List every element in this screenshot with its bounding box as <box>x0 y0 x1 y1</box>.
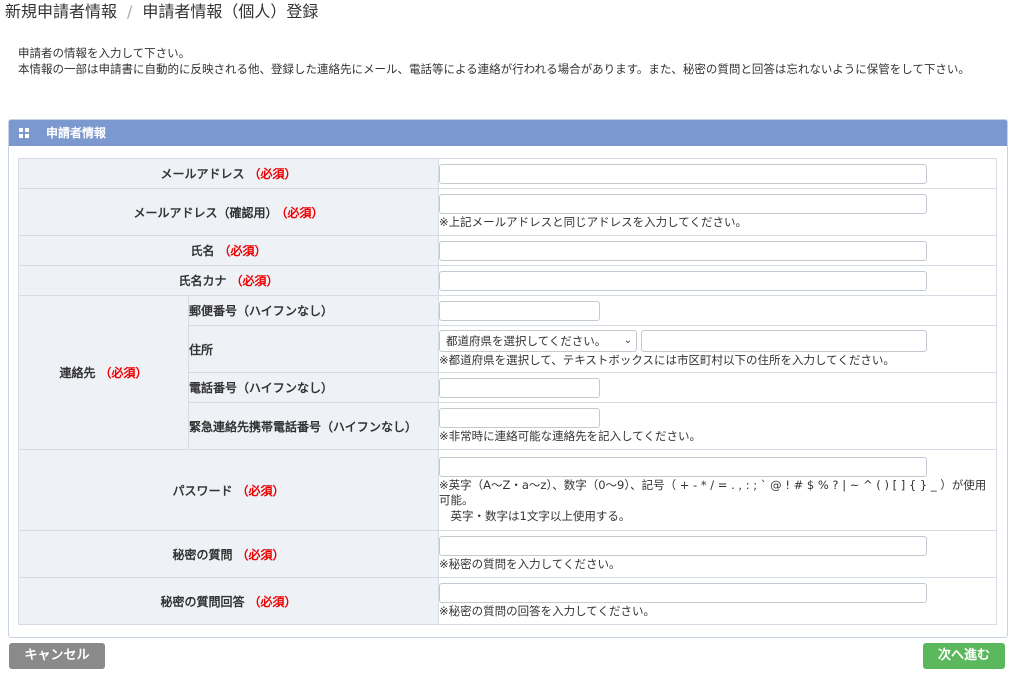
phone-label: 電話番号（ハイフンなし） <box>188 372 439 403</box>
cancel-button[interactable]: キャンセル <box>9 643 105 669</box>
name-label-text: 氏名 <box>190 244 215 258</box>
breadcrumb-separator: / <box>127 2 133 21</box>
emergency-phone-input[interactable] <box>439 408 600 428</box>
postal-code-input[interactable] <box>439 300 600 321</box>
secret-question-label-text: 秘密の質問 <box>172 547 233 562</box>
email-label: メールアドレス （必須） <box>18 158 439 189</box>
email-confirm-note: ※上記メールアドレスと同じアドレスを入力してください。 <box>439 215 747 229</box>
row-name-kana: 氏名カナ （必須） <box>18 265 997 296</box>
name-kana-input[interactable] <box>439 270 927 291</box>
breadcrumb: 新規申請者情報 / 申請者情報（個人）登録 <box>5 0 318 24</box>
email-confirm-cell: ※上記メールアドレスと同じアドレスを入力してください。 <box>438 188 997 236</box>
contact-label-text: 連絡先 <box>59 366 96 380</box>
secret-answer-cell: ※秘密の質問の回答を入力してください。 <box>438 577 997 625</box>
secret-answer-note: ※秘密の質問の回答を入力してください。 <box>439 604 655 618</box>
required-mark: （必須） <box>236 483 285 498</box>
row-secret-question: 秘密の質問 （必須） ※秘密の質問を入力してください。 <box>18 530 997 578</box>
secret-question-input[interactable] <box>439 536 927 556</box>
required-mark: （必須） <box>248 167 297 181</box>
row-email-confirm: メールアドレス（確認用） （必須） ※上記メールアドレスと同じアドレスを入力してく… <box>18 188 997 236</box>
address-controls: 都道府県を選択してください。 ⌄ <box>439 330 996 352</box>
applicant-info-panel: 申請者情報 メールアドレス （必須） メールアドレス（確認用） （必須） ※上記メー… <box>8 119 1008 638</box>
required-mark: （必須） <box>99 366 148 380</box>
email-input[interactable] <box>439 163 927 184</box>
applicant-form-table: メールアドレス （必須） メールアドレス（確認用） （必須） ※上記メールアドレスと… <box>18 158 997 625</box>
name-kana-cell <box>438 265 997 296</box>
breadcrumb-parent[interactable]: 新規申請者情報 <box>5 2 117 21</box>
postal-cell <box>438 295 997 326</box>
required-mark: （必須） <box>218 244 267 258</box>
name-kana-label: 氏名カナ （必須） <box>18 265 439 296</box>
name-cell <box>438 235 997 266</box>
page-title: 申請者情報（個人）登録 <box>142 2 319 21</box>
secret-answer-input[interactable] <box>439 583 927 603</box>
panel-title: 申請者情報 <box>46 126 107 140</box>
row-postal: 連絡先 （必須） 郵便番号（ハイフンなし） <box>18 295 997 450</box>
intro-line-2: 本情報の一部は申請書に自動的に反映される他、登録した連絡先にメール、電話等による… <box>18 62 970 76</box>
password-label: パスワード （必須） <box>18 449 439 531</box>
required-mark: （必須） <box>248 594 297 609</box>
address-label: 住所 <box>188 325 439 373</box>
required-mark: （必須） <box>236 547 285 562</box>
address-note: ※都道府県を選択して、テキストボックスには市区町村以下の住所を入力してください。 <box>439 353 895 367</box>
secret-question-note: ※秘密の質問を入力してください。 <box>439 557 621 571</box>
emergency-cell: ※非常時に連絡可能な連絡先を記入してください。 <box>438 402 997 450</box>
name-kana-label-text: 氏名カナ <box>178 274 227 288</box>
secret-question-cell: ※秘密の質問を入力してください。 <box>438 530 997 578</box>
phone-input[interactable] <box>439 377 600 398</box>
email-confirm-label: メールアドレス（確認用） （必須） <box>18 188 439 236</box>
row-password: パスワード （必須） ※英字（A～Z・a～z）、数字（0～9）、記号（ + - *… <box>18 449 997 531</box>
chevron-down-icon: ⌄ <box>623 335 632 346</box>
password-note-2: 英字・数字は1文字以上使用する。 <box>439 508 631 523</box>
password-note: ※英字（A～Z・a～z）、数字（0～9）、記号（ + - * / = . , :… <box>439 477 987 507</box>
row-name: 氏名 （必須） <box>18 235 997 266</box>
password-input[interactable] <box>439 456 927 477</box>
secret-answer-label-text: 秘密の質問回答 <box>160 594 245 609</box>
name-label: 氏名 （必須） <box>18 235 439 266</box>
row-email: メールアドレス （必須） <box>18 158 997 189</box>
emergency-phone-note: ※非常時に連絡可能な連絡先を記入してください。 <box>439 429 701 443</box>
address-input[interactable] <box>641 330 927 352</box>
panel-header: 申請者情報 <box>9 120 1007 146</box>
emergency-phone-label: 緊急連絡先携帯電話番号（ハイフンなし） <box>188 402 439 450</box>
email-cell <box>438 158 997 189</box>
email-confirm-input[interactable] <box>439 194 927 214</box>
grid-icon <box>19 127 29 138</box>
password-cell: ※英字（A～Z・a～z）、数字（0～9）、記号（ + - * / = . , :… <box>438 449 997 531</box>
next-button[interactable]: 次へ進む <box>923 643 1005 669</box>
intro-line-1: 申請者の情報を入力して下さい。 <box>18 46 191 60</box>
secret-question-label: 秘密の質問 （必須） <box>18 530 439 578</box>
required-mark: （必須） <box>281 205 324 220</box>
contact-label: 連絡先 （必須） <box>18 295 189 450</box>
name-input[interactable] <box>439 240 927 261</box>
email-label-text: メールアドレス <box>160 167 245 181</box>
prefecture-select-value: 都道府県を選択してください。 <box>446 334 607 348</box>
required-mark: （必須） <box>230 274 279 288</box>
row-secret-answer: 秘密の質問回答 （必須） ※秘密の質問の回答を入力してください。 <box>18 577 997 625</box>
secret-answer-label: 秘密の質問回答 （必須） <box>18 577 439 625</box>
email-confirm-label-text: メールアドレス（確認用） <box>133 205 278 220</box>
phone-cell <box>438 372 997 403</box>
postal-label: 郵便番号（ハイフンなし） <box>188 295 439 326</box>
address-cell: 都道府県を選択してください。 ⌄ ※都道府県を選択して、テキストボックスには市区町… <box>438 325 997 373</box>
intro-text: 申請者の情報を入力して下さい。 本情報の一部は申請書に自動的に反映される他、登録… <box>18 45 1003 77</box>
password-label-text: パスワード <box>172 483 233 498</box>
prefecture-select[interactable]: 都道府県を選択してください。 ⌄ <box>439 330 637 352</box>
